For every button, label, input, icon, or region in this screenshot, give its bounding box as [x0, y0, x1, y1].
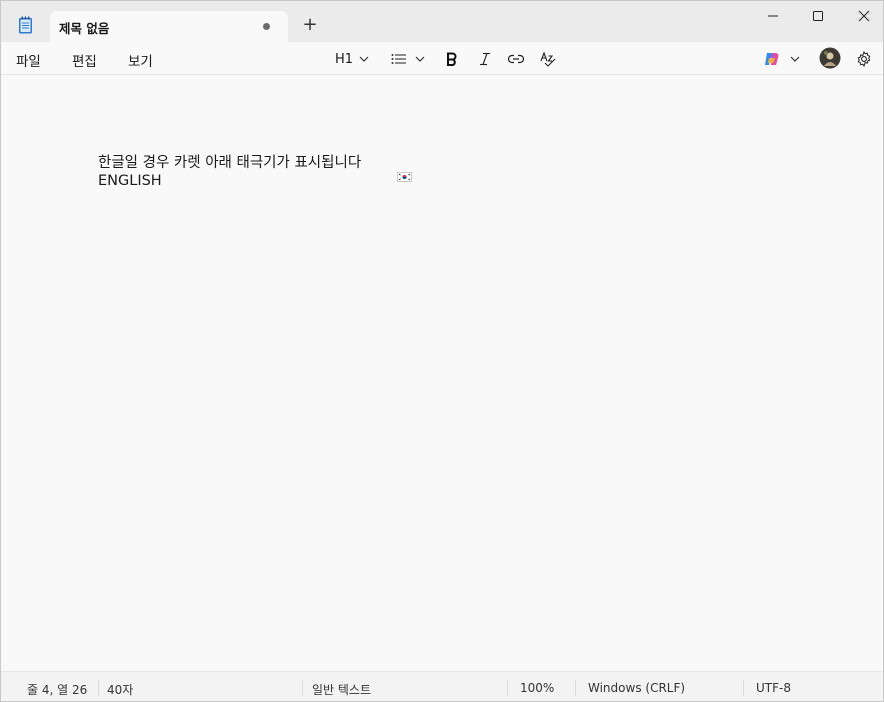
- maximize-icon[interactable]: [795, 1, 841, 31]
- list-dropdown[interactable]: [391, 48, 425, 70]
- chevron-down-icon: [359, 56, 369, 62]
- gear-icon[interactable]: [856, 48, 872, 70]
- notepad-icon: [19, 16, 32, 34]
- italic-icon[interactable]: [478, 48, 492, 70]
- tab-title: 제목 없음: [59, 21, 110, 36]
- link-icon[interactable]: [508, 48, 524, 70]
- text-editor[interactable]: 한글일 경우 카렛 아래 태극기가 표시됩니다 ENGLISH: [1, 75, 883, 671]
- plus-icon[interactable]: +: [300, 15, 320, 35]
- heading-label: H1: [335, 51, 354, 67]
- menu-edit[interactable]: 편집: [72, 50, 97, 70]
- notepad-window: 제목 없음 + 파일 편집 보기 H1 한글일 경우 카렛 아래 태극기가 표시…: [0, 0, 884, 702]
- editor-line: 한글일 경우 카렛 아래 태극기가 표시됩니다: [98, 155, 362, 171]
- list-icon: [391, 54, 406, 64]
- status-divider: [743, 680, 744, 696]
- menu-bar: 파일 편집 보기 H1: [1, 42, 883, 75]
- copilot-icon: [765, 53, 779, 65]
- minimize-icon[interactable]: [750, 1, 796, 31]
- menu-file[interactable]: 파일: [16, 50, 41, 70]
- status-divider: [98, 680, 99, 696]
- status-zoom[interactable]: 100%: [520, 681, 554, 695]
- bold-icon[interactable]: [445, 48, 459, 70]
- editor-line: ENGLISH: [98, 173, 162, 189]
- status-chars: 40자: [107, 683, 134, 697]
- close-tab-dot[interactable]: [263, 23, 270, 30]
- spellcheck-icon[interactable]: [540, 48, 556, 70]
- status-divider: [575, 680, 576, 696]
- menu-view[interactable]: 보기: [128, 50, 153, 70]
- heading-dropdown[interactable]: H1: [335, 48, 369, 70]
- chevron-down-icon: [415, 56, 425, 62]
- status-divider: [507, 680, 508, 696]
- chevron-down-icon: [790, 56, 800, 62]
- avatar[interactable]: [819, 47, 841, 69]
- korean-flag-icon: [397, 172, 412, 182]
- status-divider: [302, 680, 303, 696]
- close-icon[interactable]: [841, 1, 883, 31]
- status-format[interactable]: 일반 텍스트: [312, 681, 371, 698]
- status-position[interactable]: 줄 4, 열 26: [27, 681, 87, 698]
- title-bar: 제목 없음 +: [1, 1, 883, 42]
- copilot-button[interactable]: [763, 48, 800, 70]
- document-tab[interactable]: 제목 없음: [50, 11, 288, 42]
- status-bar: 줄 4, 열 26 40자 일반 텍스트 100% Windows (CRLF)…: [1, 671, 883, 701]
- status-line-ending[interactable]: Windows (CRLF): [588, 681, 685, 695]
- status-encoding[interactable]: UTF-8: [756, 681, 791, 695]
